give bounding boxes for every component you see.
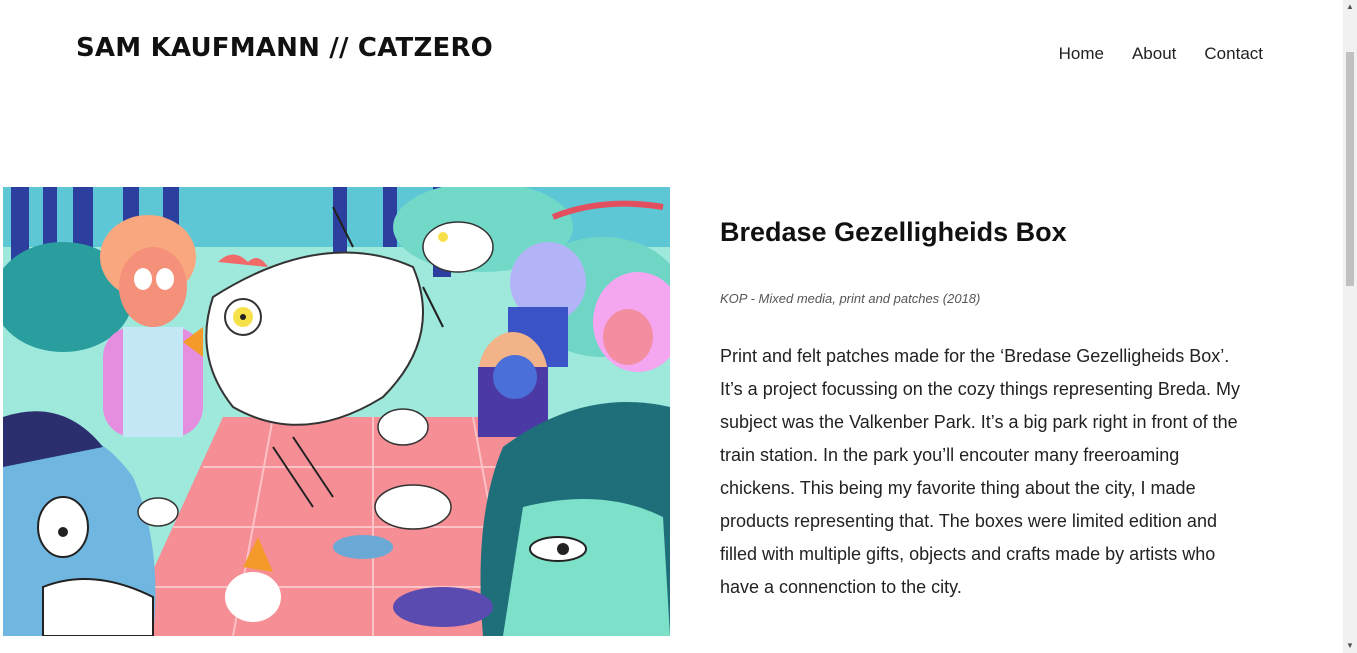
post-title: Bredase Gezelligheids Box bbox=[720, 217, 1067, 247]
site-title[interactable]: SAM KAUFMANN // CATZERO bbox=[76, 33, 493, 63]
page-scrollbar[interactable]: ▲ ▼ bbox=[1343, 0, 1357, 653]
site-header: SAM KAUFMANN // CATZERO Home About Conta… bbox=[0, 0, 1343, 110]
scroll-up-arrow-icon[interactable]: ▲ bbox=[1343, 0, 1357, 14]
nav-home[interactable]: Home bbox=[1059, 44, 1104, 64]
illustration-picnic-chickens-icon bbox=[3, 187, 670, 636]
nav-about[interactable]: About bbox=[1132, 44, 1176, 64]
post-subtitle: KOP - Mixed media, print and patches (20… bbox=[720, 291, 981, 306]
artwork-image bbox=[3, 187, 670, 636]
nav-contact[interactable]: Contact bbox=[1204, 44, 1263, 64]
scroll-thumb[interactable] bbox=[1346, 52, 1354, 286]
main-nav: Home About Contact bbox=[1059, 44, 1263, 64]
post-body: Print and felt patches made for the ‘Bre… bbox=[720, 346, 1240, 597]
post-content: Bredase Gezelligheids Box KOP - Mixed me… bbox=[720, 187, 1260, 604]
scroll-down-arrow-icon[interactable]: ▼ bbox=[1343, 639, 1357, 653]
